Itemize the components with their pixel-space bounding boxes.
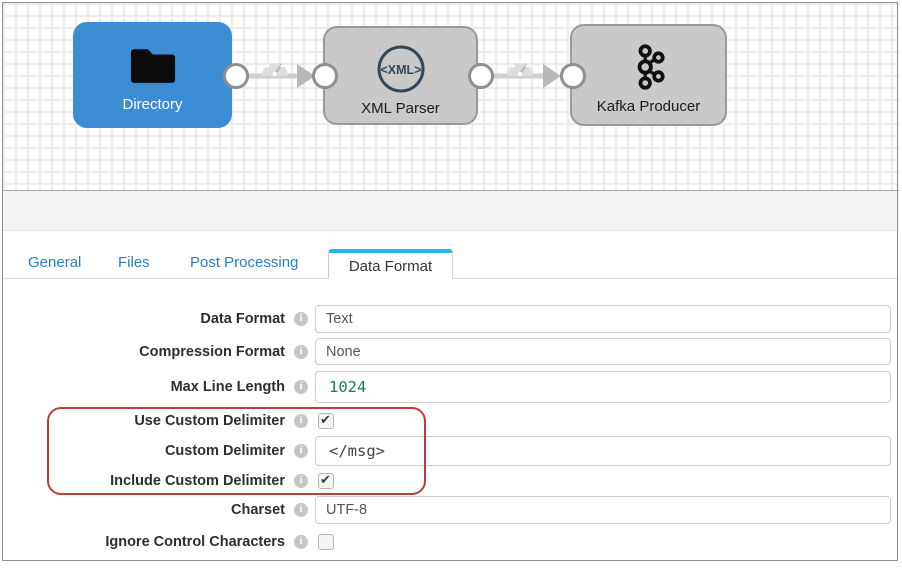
info-icon[interactable] bbox=[294, 345, 308, 359]
stage-xml-parser[interactable]: <XML> XML Parser bbox=[323, 26, 478, 125]
field-row-compression-format: Compression Format None bbox=[0, 338, 902, 365]
field-row-use-custom-delimiter: Use Custom Delimiter bbox=[0, 412, 902, 429]
compression-format-select[interactable]: None bbox=[315, 338, 891, 365]
field-label: Compression Format bbox=[0, 338, 285, 365]
tab-data-format[interactable]: Data Format bbox=[328, 249, 453, 279]
metrics-gauge-icon bbox=[507, 61, 533, 77]
folder-icon bbox=[127, 38, 179, 92]
ignore-control-characters-checkbox[interactable] bbox=[318, 534, 334, 550]
charset-select[interactable]: UTF-8 bbox=[315, 496, 891, 524]
field-label: Ignore Control Characters bbox=[0, 533, 285, 550]
field-label: Data Format bbox=[0, 305, 285, 333]
xml-icon: <XML> bbox=[375, 42, 427, 96]
tab-files[interactable]: Files bbox=[118, 254, 150, 271]
stage-kafka-producer[interactable]: Kafka Producer bbox=[570, 24, 727, 126]
streamsets-pipeline-window: Directory <XML> XML Parser bbox=[0, 0, 902, 572]
info-icon[interactable] bbox=[294, 535, 308, 549]
field-label: Include Custom Delimiter bbox=[0, 472, 285, 489]
pipeline-canvas[interactable]: Directory <XML> XML Parser bbox=[3, 3, 899, 190]
info-icon[interactable] bbox=[294, 503, 308, 517]
field-row-ignore-control-characters: Ignore Control Characters bbox=[0, 533, 902, 550]
input-port[interactable] bbox=[312, 63, 338, 89]
field-label: Max Line Length bbox=[0, 371, 285, 403]
tab-post-processing[interactable]: Post Processing bbox=[190, 254, 298, 271]
connector-arrow-icon bbox=[543, 64, 561, 88]
info-icon[interactable] bbox=[294, 380, 308, 394]
use-custom-delimiter-checkbox[interactable] bbox=[318, 413, 334, 429]
include-custom-delimiter-checkbox[interactable] bbox=[318, 473, 334, 489]
output-port[interactable] bbox=[468, 63, 494, 89]
output-port[interactable] bbox=[223, 63, 249, 89]
kafka-icon bbox=[632, 40, 666, 94]
field-row-data-format: Data Format Text bbox=[0, 305, 902, 333]
tab-label: Data Format bbox=[349, 258, 432, 275]
field-label: Custom Delimiter bbox=[0, 436, 285, 466]
field-row-max-line-length: Max Line Length 1024 bbox=[0, 371, 902, 403]
field-label: Charset bbox=[0, 496, 285, 524]
max-line-length-input[interactable]: 1024 bbox=[315, 371, 891, 403]
field-row-charset: Charset UTF-8 bbox=[0, 496, 902, 524]
stage-label: Directory bbox=[122, 96, 182, 113]
info-icon[interactable] bbox=[294, 312, 308, 326]
stage-label: Kafka Producer bbox=[597, 98, 700, 115]
field-label: Use Custom Delimiter bbox=[0, 412, 285, 429]
info-icon[interactable] bbox=[294, 414, 308, 428]
info-icon[interactable] bbox=[294, 444, 308, 458]
data-format-select[interactable]: Text bbox=[315, 305, 891, 333]
stage-label: XML Parser bbox=[361, 100, 440, 117]
svg-text:<XML>: <XML> bbox=[380, 63, 421, 77]
custom-delimiter-input[interactable]: </msg> bbox=[315, 436, 891, 466]
field-row-custom-delimiter: Custom Delimiter </msg> bbox=[0, 436, 902, 466]
input-port[interactable] bbox=[560, 63, 586, 89]
panel-header-strip bbox=[3, 190, 899, 231]
stage-directory[interactable]: Directory bbox=[73, 22, 232, 128]
field-row-include-custom-delimiter: Include Custom Delimiter bbox=[0, 472, 902, 489]
metrics-gauge-icon bbox=[262, 61, 288, 77]
info-icon[interactable] bbox=[294, 474, 308, 488]
tab-general[interactable]: General bbox=[28, 254, 81, 271]
